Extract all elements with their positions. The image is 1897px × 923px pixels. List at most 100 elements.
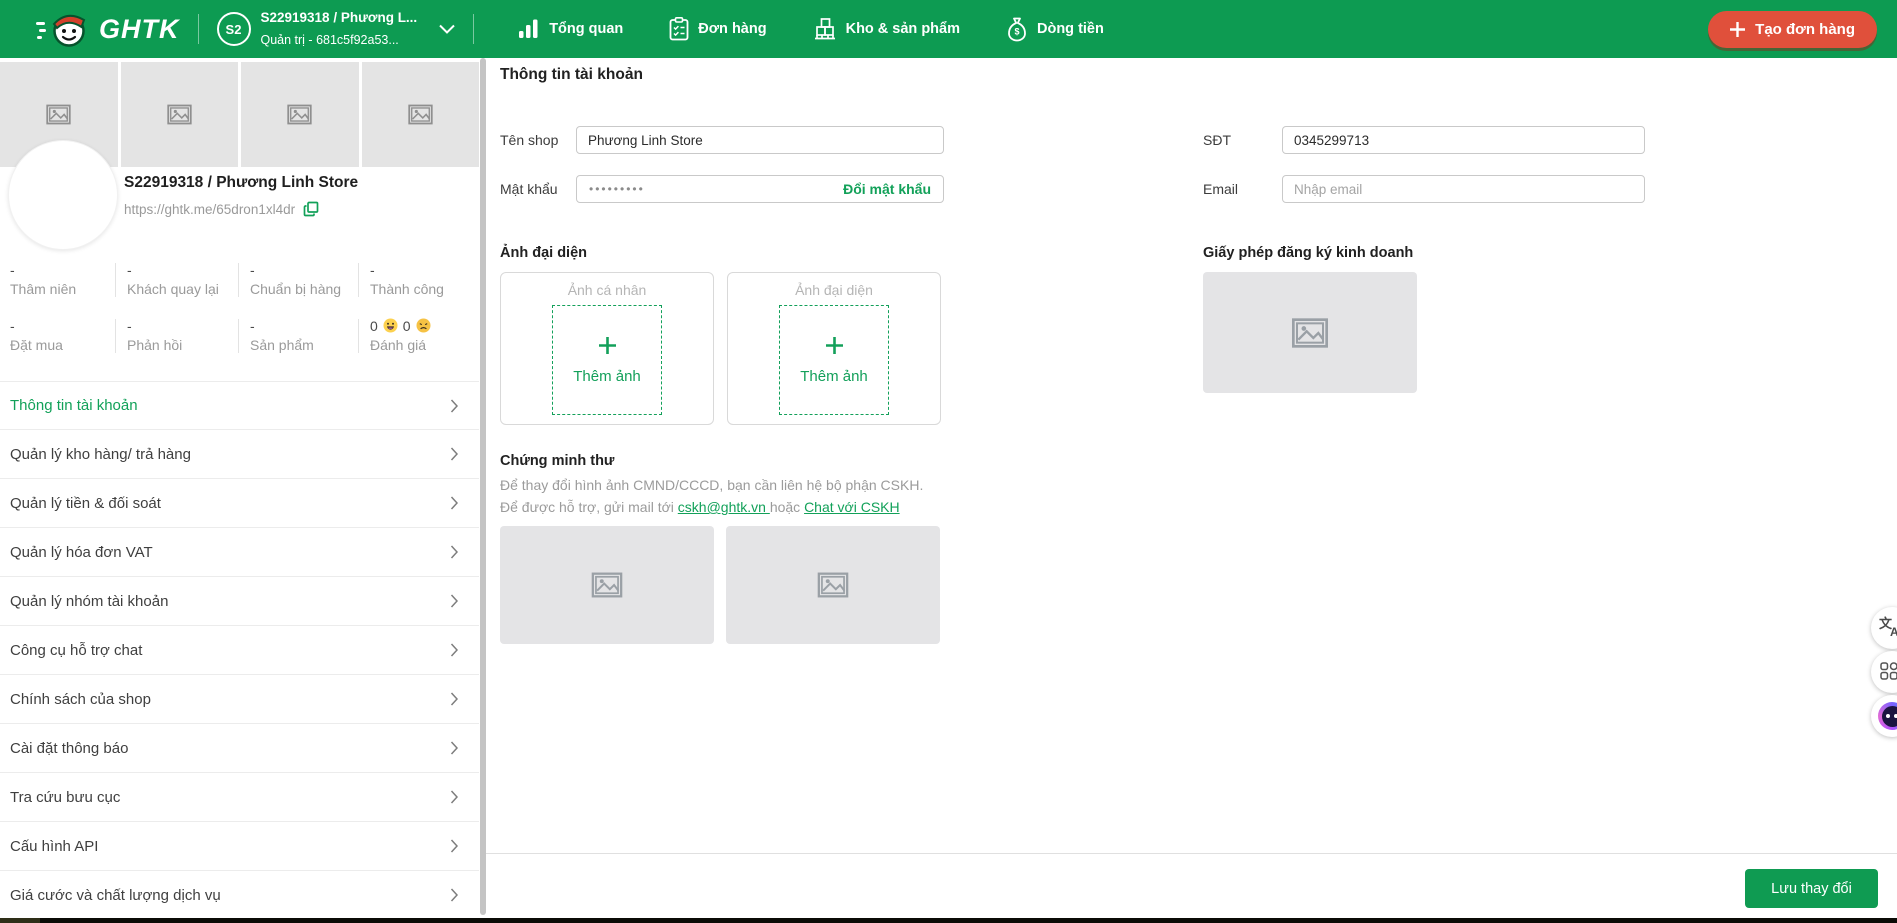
screen-edge <box>0 918 1897 923</box>
chevron-right-icon <box>450 643 458 657</box>
cover-photo-placeholder <box>121 62 239 167</box>
upload-personal-photo-card: Ảnh cá nhân Thêm ảnh <box>500 272 714 425</box>
sidebar-item-post-office-lookup[interactable]: Tra cứu bưu cục <box>0 773 479 822</box>
sidebar-item-warehouse-returns[interactable]: Quản lý kho hàng/ trả hàng <box>0 430 479 479</box>
nav-item-dong-tien[interactable]: $ Dòng tiền <box>1006 17 1104 42</box>
image-placeholder-icon <box>1290 313 1330 353</box>
add-photo-label: Thêm ảnh <box>573 368 641 385</box>
sidebar-item-money-reconciliation[interactable]: Quản lý tiền & đối soát <box>0 479 479 528</box>
grid-icon <box>1880 662 1897 680</box>
sidebar-item-account-info[interactable]: Thông tin tài khoản <box>0 381 479 430</box>
main-content: Thông tin tài khoản Tên shop Mật khẩu ••… <box>486 58 1897 918</box>
chevron-right-icon <box>450 447 458 461</box>
shop-stats: - Thâm niên - Khách quay lại - Chuẩn bị … <box>0 258 479 358</box>
add-avatar-photo-button[interactable]: Thêm ảnh <box>779 305 889 415</box>
nav-label: Đơn hàng <box>698 21 766 37</box>
add-personal-photo-button[interactable]: Thêm ảnh <box>552 305 662 415</box>
shop-name: S22919318 / Phương L... <box>261 10 418 25</box>
save-changes-button[interactable]: Lưu thay đổi <box>1745 869 1878 908</box>
chevron-right-icon <box>450 496 458 510</box>
stat-danh-gia: 0 0 Đánh giá <box>358 314 479 358</box>
nav-item-tong-quan[interactable]: Tổng quan <box>518 19 623 39</box>
cskh-email-link[interactable]: cskh@ghtk.vn <box>678 499 770 515</box>
stat-chuan-bi-hang: - Chuẩn bị hàng <box>238 258 358 302</box>
chevron-down-icon <box>439 24 455 34</box>
chevron-right-icon <box>450 741 458 755</box>
sidebar-item-vat-invoice[interactable]: Quản lý hóa đơn VAT <box>0 528 479 577</box>
sidebar-menu: Thông tin tài khoản Quản lý kho hàng/ tr… <box>0 381 479 920</box>
order-checklist-icon <box>669 17 689 41</box>
create-order-button[interactable]: Tạo đơn hàng <box>1708 11 1877 48</box>
id-card-back-placeholder <box>726 526 940 644</box>
shop-badge: S2 <box>217 12 251 46</box>
stat-dat-mua: - Đặt mua <box>0 314 115 358</box>
change-password-link[interactable]: Đổi mật khẩu <box>843 181 931 197</box>
plus-icon <box>825 336 844 355</box>
add-photo-label: Thêm ảnh <box>800 368 868 385</box>
license-section-title: Giấy phép đăng ký kinh doanh <box>1203 245 1413 261</box>
shop-avatar <box>8 140 118 250</box>
ghtk-logo[interactable]: GHTK <box>36 9 180 49</box>
cover-photo-placeholder <box>241 62 359 167</box>
chat-cskh-link[interactable]: Chat với CSKH <box>804 499 900 515</box>
bar-chart-icon <box>518 19 540 39</box>
phone-input[interactable] <box>1282 126 1645 154</box>
sidebar-item-notification-settings[interactable]: Cài đặt thông báo <box>0 724 479 773</box>
upload-avatar-photo-card: Ảnh đại diện Thêm ảnh <box>727 272 941 425</box>
stat-tham-nien: - Thâm niên <box>0 258 115 302</box>
happy-face-icon <box>383 318 398 333</box>
stat-thanh-cong: - Thành công <box>358 258 479 302</box>
id-section-note-1: Để thay đổi hình ảnh CMND/CCCD, bạn cần … <box>500 477 923 493</box>
chevron-right-icon <box>450 399 458 413</box>
nav-item-kho-san-pham[interactable]: Kho & sản phẩm <box>813 17 960 41</box>
email-input[interactable] <box>1282 175 1645 203</box>
chevron-right-icon <box>450 692 458 706</box>
upload-card-caption: Ảnh cá nhân <box>501 282 713 298</box>
sidebar-item-chat-tools[interactable]: Công cụ hỗ trợ chat <box>0 626 479 675</box>
navbar-divider <box>198 14 199 44</box>
image-placeholder-icon <box>166 101 193 128</box>
shop-switcher[interactable]: S2 S22919318 / Phương L... Quản trị - 68… <box>217 7 456 50</box>
page-title: Thông tin tài khoản <box>500 66 643 84</box>
chevron-right-icon <box>450 545 458 559</box>
image-placeholder-icon <box>407 101 434 128</box>
sidebar-item-account-group[interactable]: Quản lý nhóm tài khoản <box>0 577 479 626</box>
email-label: Email <box>1203 175 1238 203</box>
sidebar-item-api-config[interactable]: Cấu hình API <box>0 822 479 871</box>
svg-text:$: $ <box>1014 26 1019 36</box>
plus-icon <box>598 336 617 355</box>
copy-icon[interactable] <box>303 201 319 217</box>
nav-label: Tổng quan <box>549 21 623 37</box>
navbar-divider <box>473 14 474 44</box>
password-label: Mật khẩu <box>500 175 558 203</box>
shop-role: Quản trị - 681c5f92a53... <box>261 33 399 47</box>
ai-assistant-icon <box>1878 702 1897 730</box>
chevron-right-icon <box>450 839 458 853</box>
image-placeholder-icon <box>45 101 72 128</box>
create-order-label: Tạo đơn hàng <box>1755 21 1855 38</box>
sidebar: S22919318 / Phương Linh Store https://gh… <box>0 58 486 918</box>
phone-label: SĐT <box>1203 126 1231 154</box>
password-field[interactable]: ••••••••• Đổi mật khẩu <box>576 175 944 203</box>
sidebar-item-pricing-quality[interactable]: Giá cước và chất lượng dịch vụ <box>0 871 479 920</box>
cover-photo-placeholder <box>362 62 480 167</box>
id-card-front-placeholder <box>500 526 714 644</box>
sidebar-item-shop-policy[interactable]: Chính sách của shop <box>0 675 479 724</box>
shop-name-input[interactable] <box>576 126 944 154</box>
image-placeholder-icon <box>590 568 624 602</box>
id-section-title: Chứng minh thư <box>500 453 614 469</box>
plus-icon <box>1730 22 1745 37</box>
image-placeholder-icon <box>816 568 850 602</box>
nav-label: Kho & sản phẩm <box>846 21 960 37</box>
upload-card-caption: Ảnh đại diện <box>728 282 940 298</box>
nav-item-don-hang[interactable]: Đơn hàng <box>669 17 766 41</box>
business-license-placeholder <box>1203 272 1417 393</box>
shop-title: S22919318 / Phương Linh Store <box>124 174 358 192</box>
nav-label: Dòng tiền <box>1037 21 1104 37</box>
warehouse-icon <box>813 17 837 41</box>
stat-khach-quay-lai: - Khách quay lại <box>115 258 238 302</box>
top-navbar: GHTK S2 S22919318 / Phương L... Quản trị… <box>0 0 1897 58</box>
stat-phan-hoi: - Phản hồi <box>115 314 238 358</box>
ghtk-face-icon <box>36 9 90 49</box>
brand-text: GHTK <box>99 14 180 45</box>
